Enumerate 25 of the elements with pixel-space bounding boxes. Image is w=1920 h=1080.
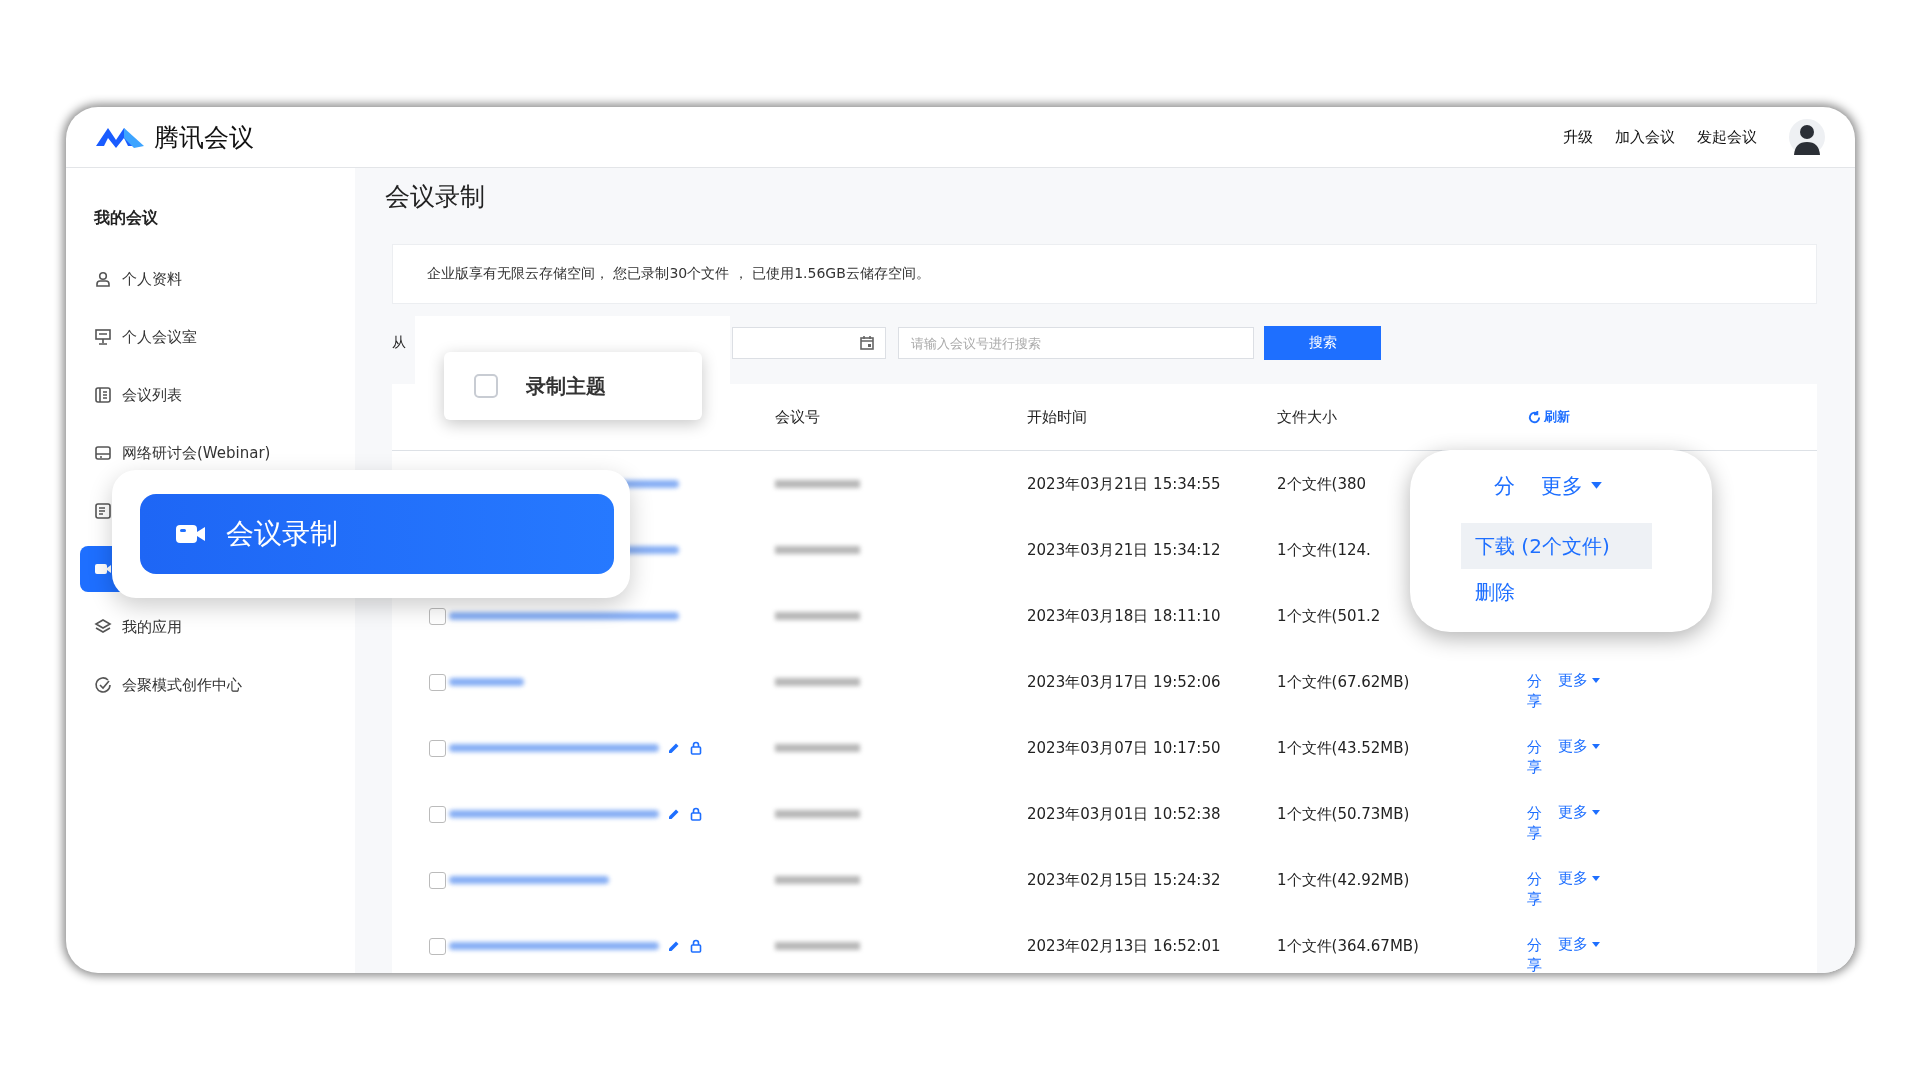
app-name: 腾讯会议 [154, 121, 254, 154]
topic-label: 录制主题 [526, 372, 606, 400]
table-cell: 1个文件(124. [1277, 540, 1371, 559]
table-cell-text: 2023年03月21日 15:34:55 [1027, 474, 1222, 494]
table-cell: 1个文件(50.73MB) [1277, 804, 1410, 823]
table-cell-text: 2023年03月17日 19:52:06 [1027, 672, 1222, 692]
table-cell-text: 2023年02月13日 16:52:01 [1027, 936, 1222, 956]
table-cell: 1个文件(67.62MB) [1277, 672, 1410, 691]
page-title: 会议录制 [385, 182, 486, 212]
from-label: 从 [392, 334, 407, 352]
table-cell-text: 2023年03月01日 10:52:38 [1027, 804, 1222, 824]
table-cell-text: 2023年03月18日 18:11:10 [1027, 606, 1222, 626]
table-cell-text: 2023年03月07日 10:17:50 [1027, 738, 1222, 758]
column-header: 文件大小 [1277, 407, 1338, 427]
column-header: 开始时间 [1027, 407, 1088, 427]
table-cell: 1个文件(501.2 [1277, 606, 1381, 625]
notice-text: 企业版享有无限云存储空间， 您已录制30个文件 ， 已使用1.56GB云储存空间。 [392, 244, 1817, 304]
table-cell: 1个文件(43.52MB) [1277, 738, 1410, 757]
table-cell-text: 2023年02月15日 15:24:32 [1027, 870, 1222, 890]
table-cell-text: 2023年03月21日 15:34:12 [1027, 540, 1222, 560]
table-cell: 1个文件(364.67MB) [1277, 936, 1419, 955]
sidebar-title: 我的会议 [93, 208, 159, 229]
table-cell: 2个文件(380 [1277, 474, 1367, 493]
column-header: 会议号 [775, 407, 821, 427]
table-cell: 1个文件(42.92MB) [1277, 870, 1410, 889]
